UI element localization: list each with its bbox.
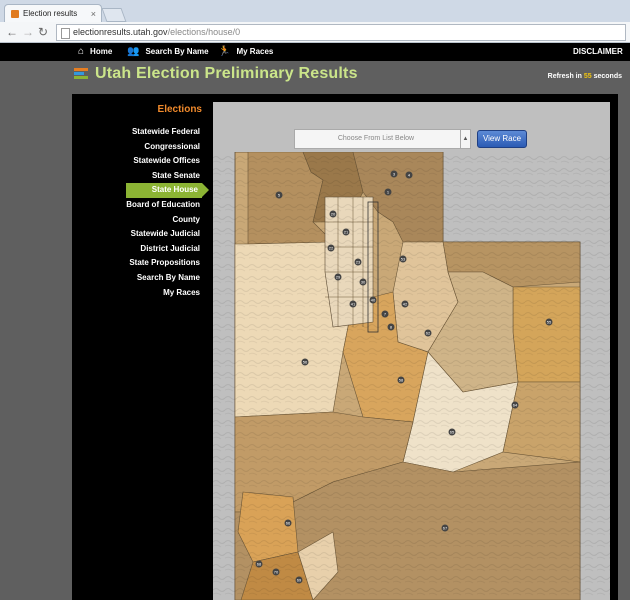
- page-title: Utah Election Preliminary Results: [95, 65, 358, 82]
- district-label: 40: [371, 298, 376, 303]
- close-tab-icon[interactable]: ×: [91, 5, 96, 23]
- page-icon: [61, 28, 70, 39]
- sidebar-item-statewide-federal[interactable]: Statewide Federal: [126, 125, 200, 140]
- browser-toolbar: ← → ↻ electionresults.utah.gov/elections…: [0, 22, 630, 43]
- sidebar-heading: Elections: [157, 104, 202, 115]
- sidebar-item-state-house[interactable]: State House: [126, 183, 209, 198]
- site-header: Utah Election Preliminary Results Refres…: [0, 61, 630, 94]
- home-icon: ⌂: [78, 46, 85, 57]
- sidebar-item-board-of-education[interactable]: Board of Education: [126, 198, 200, 213]
- district-area[interactable]: [512, 286, 581, 383]
- district-label: 58: [399, 378, 404, 383]
- district-label: 23: [356, 260, 361, 265]
- results-panel: Choose From List Below ▲ View Race 5 3 4…: [213, 102, 610, 600]
- race-select-value: Choose From List Below: [337, 135, 415, 142]
- url-path: /elections/house/0: [167, 27, 241, 37]
- sidebar-item-congressional[interactable]: Congressional: [126, 140, 200, 155]
- district-label: 53: [401, 257, 406, 262]
- back-arrow-icon[interactable]: ←: [6, 24, 18, 40]
- district-label: 68: [257, 562, 262, 567]
- district-label: 42: [403, 302, 408, 307]
- url-host: electionresults.utah.gov: [73, 27, 168, 37]
- district-label: 30: [361, 280, 366, 285]
- site-logo-icon: [74, 68, 88, 82]
- main-content: Elections Statewide Federal Congressional…: [72, 94, 618, 600]
- district-label: 56: [303, 360, 308, 365]
- district-label: 41: [351, 302, 356, 307]
- sidebar-item-statewide-offices[interactable]: Statewide Offices: [126, 154, 200, 169]
- refresh-countdown: Refresh in 55 seconds: [547, 73, 622, 80]
- forward-arrow-icon[interactable]: →: [22, 24, 34, 40]
- district-label: 22: [329, 246, 334, 251]
- new-tab-button[interactable]: [101, 8, 127, 22]
- reload-icon[interactable]: ↻: [38, 24, 48, 40]
- tab-title: Election results: [23, 9, 78, 18]
- view-race-button[interactable]: View Race: [477, 130, 527, 148]
- district-label: 20: [331, 212, 336, 217]
- nav-home[interactable]: ⌂ Home: [78, 43, 112, 61]
- district-label: 55: [547, 320, 552, 325]
- site-top-nav: ⌂ Home 👥 Search By Name 🏃 My Races DISCLAIM…: [0, 43, 630, 61]
- sidebar-item-statewide-judicial[interactable]: Statewide Judicial: [126, 227, 200, 242]
- house-district-map[interactable]: 5 3 4 1 20 21 22 23 53 29 30 40 41 42 7 …: [213, 152, 610, 600]
- favicon-icon: [11, 10, 19, 18]
- dropdown-arrow-icon[interactable]: ▲: [460, 130, 470, 148]
- browser-tab-bar: Election results ×: [0, 0, 630, 23]
- sidebar-item-county[interactable]: County: [126, 213, 200, 228]
- refresh-seconds: 55: [583, 73, 592, 80]
- nav-disclaimer[interactable]: DISCLAIMER: [573, 43, 623, 61]
- sidebar-item-state-propositions[interactable]: State Propositions: [126, 256, 200, 271]
- district-label: 64: [513, 403, 518, 408]
- sidebar-item-state-senate[interactable]: State Senate: [126, 169, 200, 184]
- district-label: 66: [286, 521, 291, 526]
- district-label: 65: [450, 430, 455, 435]
- address-bar[interactable]: electionresults.utah.gov/elections/house…: [56, 24, 626, 41]
- sidebar-item-my-races[interactable]: My Races: [126, 286, 200, 301]
- runner-icon: 🏃: [218, 46, 231, 57]
- district-label: 67: [443, 526, 448, 531]
- nav-search-by-name[interactable]: 👥 Search By Name: [127, 43, 209, 61]
- nav-my-races[interactable]: 🏃 My Races: [218, 43, 273, 61]
- people-icon: 👥: [127, 46, 140, 57]
- district-label: 21: [344, 230, 349, 235]
- sidebar-item-search-by-name[interactable]: Search By Name: [126, 271, 200, 286]
- district-label: 69: [297, 578, 302, 583]
- sidebar-item-district-judicial[interactable]: District Judicial: [126, 242, 200, 257]
- browser-tab[interactable]: Election results ×: [4, 4, 102, 23]
- district-label: 62: [426, 331, 431, 336]
- district-label: 29: [336, 275, 341, 280]
- elections-sidebar: Elections Statewide Federal Congressional…: [72, 94, 210, 600]
- district-label: 70: [274, 570, 279, 575]
- sidebar-menu: Statewide Federal Congressional Statewide …: [126, 125, 209, 301]
- race-select[interactable]: Choose From List Below ▲: [294, 129, 471, 149]
